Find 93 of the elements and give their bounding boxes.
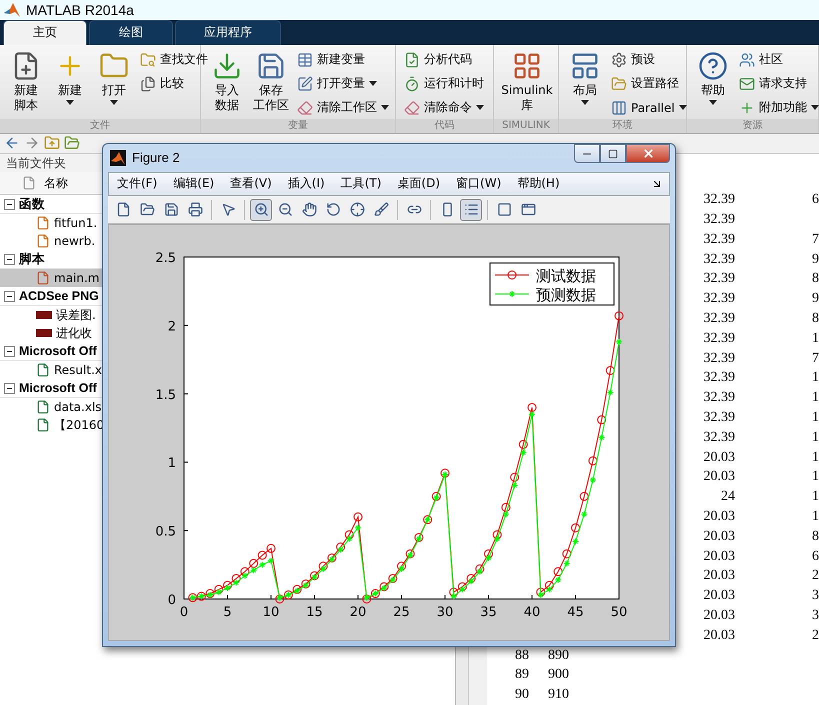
table-cell: 1 xyxy=(812,450,819,466)
section-label: 环境 xyxy=(559,118,686,133)
x-tick: 25 xyxy=(393,594,410,620)
table-cell: 1 xyxy=(812,430,819,446)
table-cell: 20.03 xyxy=(704,450,735,466)
table-cell: 6 xyxy=(812,192,819,208)
table-cell: 910 xyxy=(548,687,569,704)
y-tick: 0.5 xyxy=(155,524,188,540)
table-cell: 1 xyxy=(812,469,819,486)
x-tick: 45 xyxy=(567,594,584,620)
legend-label: 测试数据 xyxy=(536,267,596,285)
table-cell: 8 xyxy=(812,310,819,327)
x-tick-label: 10 xyxy=(262,605,280,620)
x-tick: 10 xyxy=(262,594,280,620)
column-label: 名称 xyxy=(44,174,68,192)
section-label: 变量 xyxy=(201,118,395,133)
x-tick-label: 35 xyxy=(480,605,497,620)
y-tick-label: 0 xyxy=(168,593,176,608)
y-tick: 2.5 xyxy=(155,251,188,266)
table-cell: 1 xyxy=(812,390,819,406)
table-cell: 3 xyxy=(812,588,819,604)
section-label: SIMULINK xyxy=(494,118,558,133)
x-tick-label: 50 xyxy=(610,605,628,620)
table-cell: 1 xyxy=(812,508,819,525)
table-cell: 6 xyxy=(812,548,819,565)
window-title: MATLAB R2014a xyxy=(26,2,134,18)
x-tick-label: 30 xyxy=(436,605,454,620)
x-tick: 15 xyxy=(306,594,323,620)
y-tick-label: 0.5 xyxy=(155,524,176,540)
x-tick-label: 0 xyxy=(180,605,188,620)
table-cell: 1 xyxy=(812,370,819,386)
table-cell: 20.03 xyxy=(704,568,735,584)
y-tick-label: 1.5 xyxy=(155,388,176,403)
x-tick-label: 5 xyxy=(223,605,232,620)
table-cell: 32.39 xyxy=(704,430,735,446)
table-cell: 2 xyxy=(812,568,819,584)
x-tick: 20 xyxy=(350,594,366,620)
table-cell: 9 xyxy=(812,252,819,268)
table-cell: 20.03 xyxy=(704,628,735,644)
table-cell: 20.03 xyxy=(704,548,735,565)
table-cell: 32.39 xyxy=(704,310,735,327)
table-cell: 900 xyxy=(548,667,569,684)
table-cell: 32.39 xyxy=(704,192,735,208)
section-label: 代码 xyxy=(396,118,493,133)
table-cell: 32.39 xyxy=(704,212,735,228)
table-cell: 20.03 xyxy=(704,469,735,486)
table-cell: 24 xyxy=(721,489,735,506)
table-cell: 90 xyxy=(515,687,529,704)
y-tick-label: 2.5 xyxy=(155,251,176,266)
x-tick: 40 xyxy=(524,594,540,620)
table-cell: 1 xyxy=(812,489,819,506)
y-tick-label: 2 xyxy=(168,319,176,334)
x-tick-label: 45 xyxy=(567,605,584,620)
table-cell: 2 xyxy=(812,628,819,644)
table-cell: 20.03 xyxy=(704,588,735,604)
x-tick: 30 xyxy=(436,594,454,620)
section-label: 资源 xyxy=(687,118,818,133)
table-cell: 9 xyxy=(812,291,819,308)
table-cell: 8 xyxy=(812,528,819,545)
table-cell: 20.03 xyxy=(704,608,735,624)
table-cell: 32.39 xyxy=(704,410,735,426)
x-tick: 5 xyxy=(223,594,232,620)
table-cell: 890 xyxy=(548,648,569,664)
x-tick-label: 15 xyxy=(306,605,323,620)
y-tick: 1 xyxy=(168,456,188,472)
table-cell: 32.39 xyxy=(704,271,735,288)
table-cell: 32.39 xyxy=(704,390,735,406)
table-cell: 32.39 xyxy=(704,350,735,367)
table-cell: 32.39 xyxy=(704,330,735,347)
table-cell: 32.39 xyxy=(704,370,735,386)
table-cell: 7 xyxy=(812,232,819,248)
table-cell: 20.03 xyxy=(704,508,735,525)
y-tick-label: 1 xyxy=(168,456,176,472)
legend-label: 预测数据 xyxy=(536,286,596,304)
x-tick-label: 25 xyxy=(393,605,410,620)
table-cell: 1 xyxy=(812,330,819,347)
table-cell: 89 xyxy=(515,667,529,684)
x-tick: 35 xyxy=(480,594,497,620)
table-cell: 32.39 xyxy=(704,291,735,308)
table-cell: 7 xyxy=(812,350,819,367)
table-cell: 3 xyxy=(812,608,819,624)
y-tick: 2 xyxy=(168,319,188,334)
section-label: 文件 xyxy=(0,118,200,133)
x-tick: 50 xyxy=(610,594,628,620)
table-cell: 32.39 xyxy=(704,252,735,268)
table-cell: 8 xyxy=(812,271,819,288)
x-tick-label: 40 xyxy=(524,605,540,620)
x-tick-label: 20 xyxy=(350,605,366,620)
table-cell: 1 xyxy=(812,410,819,426)
y-tick: 1.5 xyxy=(155,388,188,403)
table-cell: 88 xyxy=(515,648,529,664)
table-cell: 20.03 xyxy=(704,528,735,545)
table-cell: 32.39 xyxy=(704,232,735,248)
